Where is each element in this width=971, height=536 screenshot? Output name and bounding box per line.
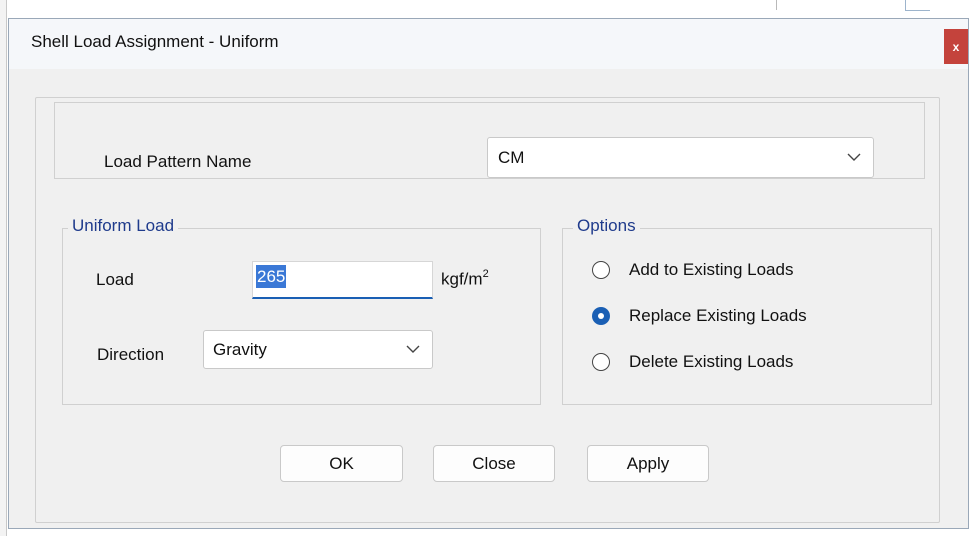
direction-dropdown[interactable]: Gravity [203, 330, 433, 369]
direction-label: Direction [97, 345, 165, 364]
apply-button[interactable]: Apply [587, 445, 709, 482]
load-pattern-label: Load Pattern Name [104, 152, 252, 171]
option-delete-existing[interactable]: Delete Existing Loads [592, 352, 793, 372]
option-add-to-existing[interactable]: Add to Existing Loads [592, 260, 793, 280]
chevron-down-icon [847, 147, 861, 167]
uniform-load-legend: Uniform Load [68, 216, 179, 236]
radio-button-selected-icon[interactable] [592, 307, 610, 325]
close-button[interactable]: Close [433, 445, 555, 482]
direction-value: Gravity [213, 339, 267, 359]
load-pattern-value: CM [498, 147, 525, 167]
option-replace-existing[interactable]: Replace Existing Loads [592, 306, 807, 326]
load-unit: kgf/m2 [441, 268, 489, 290]
title-bar[interactable]: Shell Load Assignment - Uniform x [9, 19, 968, 69]
radio-button-icon[interactable] [592, 261, 610, 279]
load-unit-base: kgf/m [441, 269, 483, 289]
close-window-button[interactable]: x [944, 29, 968, 64]
load-value-selection: 265 [256, 265, 287, 288]
load-pattern-dropdown[interactable]: CM [487, 137, 874, 178]
uniform-load-group [62, 228, 541, 405]
load-value-input[interactable]: 265 [252, 261, 433, 299]
background-window-edge [0, 0, 7, 536]
chevron-down-icon [406, 339, 420, 359]
ok-button[interactable]: OK [280, 445, 403, 482]
radio-button-icon[interactable] [592, 353, 610, 371]
background-window-corner [905, 0, 930, 11]
load-unit-exponent: 2 [482, 268, 489, 280]
load-label: Load [96, 270, 134, 289]
option-label: Replace Existing Loads [629, 306, 807, 325]
window-title: Shell Load Assignment - Uniform [31, 32, 279, 51]
options-legend: Options [573, 216, 640, 236]
background-divider [776, 0, 777, 10]
option-label: Add to Existing Loads [629, 260, 794, 279]
option-label: Delete Existing Loads [629, 352, 794, 371]
